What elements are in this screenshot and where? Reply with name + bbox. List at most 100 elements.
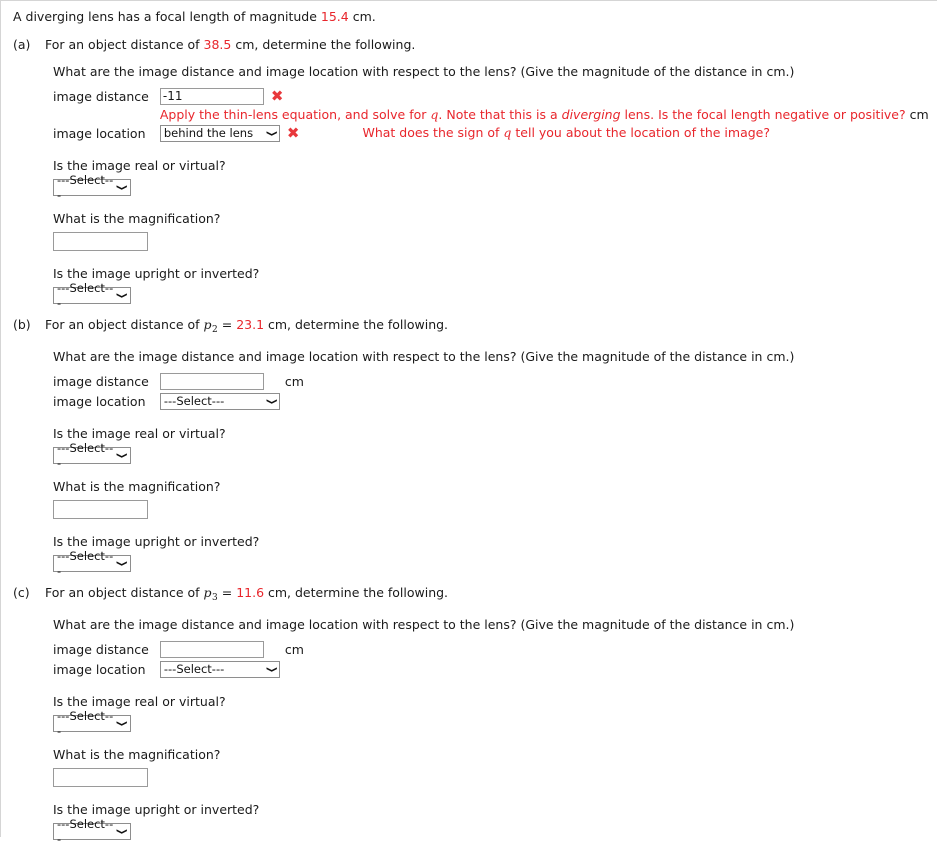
image-location-row: image location behind the lens ❯ ✖ What does…: [53, 123, 929, 143]
problem-statement-post: cm.: [348, 9, 376, 24]
magnification-block: What is the magnification?: [53, 211, 937, 251]
part-b-label: (b): [13, 317, 31, 332]
question-real-virtual: Is the image real or virtual?: [53, 426, 226, 441]
chevron-down-icon: ❯: [116, 720, 129, 727]
question-upright-inverted: Is the image upright or inverted?: [53, 534, 260, 549]
magnification-input[interactable]: [53, 500, 148, 519]
image-distance-label-cell: image distance: [53, 639, 160, 659]
image-distance-row: image distance ✖: [53, 86, 929, 106]
chevron-down-icon: ❯: [116, 560, 129, 567]
part-b-object-distance: 23.1: [236, 317, 265, 332]
real-virtual-block-control: ---Select--- ❯: [53, 441, 937, 470]
image-distance-label-cell: image distance: [53, 86, 160, 106]
upright-inverted-block: Is the image upright or inverted? ---Sele…: [53, 534, 937, 578]
image-distance-input-cell: [159, 371, 280, 391]
image-distance-feedback-row: Apply the thin-lens equation, and solve …: [53, 106, 929, 123]
part-b: (b) For an object distance of p2 = 23.1 c…: [1, 317, 937, 578]
focal-length-value: 15.4: [320, 9, 349, 24]
chevron-down-icon: ❯: [266, 129, 279, 137]
image-distance-row: image distance cm: [53, 371, 304, 391]
part-c-fields: image distance cm image location ---Select-…: [53, 639, 304, 679]
question-real-virtual: Is the image real or virtual?: [53, 694, 226, 709]
image-location-select[interactable]: ---Select--- ❯: [159, 392, 280, 410]
part-a-fields: image distance ✖Apply the thin-lens equat…: [53, 86, 929, 143]
select-value: ---Select---: [57, 816, 114, 846]
part-a-stem-pre: For an object distance of: [45, 37, 204, 52]
image-location-select[interactable]: ---Select--- ❯: [159, 660, 280, 678]
select-value: behind the lens: [163, 125, 254, 140]
part-c-object-distance: 11.6: [236, 585, 265, 600]
question-upright-inverted: Is the image upright or inverted?: [53, 266, 260, 281]
problem-statement-pre: A diverging lens has a focal length of m…: [13, 9, 321, 24]
select-value: ---Select---: [57, 172, 114, 202]
magnification-input[interactable]: [53, 232, 148, 251]
magnification-input[interactable]: [53, 768, 148, 787]
part-c-question-distance-location: What are the image distance and image lo…: [53, 617, 795, 632]
image-distance-unit-cell: [352, 86, 928, 106]
image-distance-input-cell: ✖: [159, 86, 353, 106]
feedback-text: Apply the thin-lens equation, and solve …: [159, 106, 431, 122]
problem-statement: A diverging lens has a focal length of m…: [13, 9, 937, 24]
upright-inverted-select[interactable]: ---Select--- ❯: [53, 549, 131, 578]
magnification-block-control: [53, 768, 937, 787]
part-c-body: What are the image distance and image lo…: [53, 617, 937, 846]
image-location-select[interactable]: behind the lens ❯: [159, 124, 280, 142]
image-location-feedback-cell: What does the sign of q tell you about t…: [352, 123, 928, 143]
real-virtual-select[interactable]: ---Select--- ❯: [53, 441, 131, 470]
part-b-fields: image distance cm image location ---Select-…: [53, 371, 304, 411]
chevron-down-icon: ❯: [116, 828, 129, 835]
image-distance-label: image distance: [53, 373, 149, 389]
select-value: ---Select---: [57, 440, 114, 470]
image-location-select-cell: behind the lens ❯ ✖: [159, 123, 353, 143]
real-virtual-select[interactable]: ---Select--- ❯: [53, 173, 131, 202]
question-real-virtual: Is the image real or virtual?: [53, 158, 226, 173]
image-distance-input[interactable]: [159, 372, 264, 390]
select-value: ---Select---: [163, 661, 225, 676]
part-c-variable: p3: [203, 585, 218, 603]
part-c-variable-subscript: 3: [212, 593, 218, 603]
image-location-label: image location: [53, 661, 146, 677]
image-location-label-cell: image location: [53, 391, 160, 411]
image-distance-row: image distance cm: [53, 639, 304, 659]
part-c-label: (c): [13, 585, 30, 600]
magnification-block-control: [53, 500, 937, 519]
image-distance-unit: cm: [284, 641, 304, 657]
image-location-select-cell: ---Select--- ❯: [159, 391, 280, 411]
image-location-label-cell: image location: [53, 659, 160, 679]
image-distance-input[interactable]: [159, 87, 264, 105]
part-a-body: What are the image distance and image lo…: [53, 64, 937, 310]
image-distance-feedback: Apply the thin-lens equation, and solve …: [160, 107, 929, 122]
image-location-feedback-cell: [280, 391, 304, 411]
image-location-row: image location ---Select--- ❯: [53, 659, 304, 679]
real-virtual-select[interactable]: ---Select--- ❯: [53, 709, 131, 738]
upright-inverted-select[interactable]: ---Select--- ❯: [53, 281, 131, 310]
upright-inverted-select[interactable]: ---Select--- ❯: [53, 817, 131, 846]
part-c: (c) For an object distance of p3 = 11.6 c…: [1, 585, 937, 846]
select-value: ---Select---: [57, 548, 114, 578]
image-distance-feedback-cell: Apply the thin-lens equation, and solve …: [160, 106, 929, 123]
image-distance-unit-cell: cm: [280, 639, 304, 659]
image-distance-unit-cell: cm: [280, 371, 304, 391]
part-b-question-distance-location: What are the image distance and image lo…: [53, 349, 795, 364]
image-distance-label: image distance: [53, 88, 149, 104]
image-location-label: image location: [53, 393, 146, 409]
magnification-block: What is the magnification?: [53, 747, 937, 787]
question-magnification: What is the magnification?: [53, 211, 221, 226]
image-location-select-cell: ---Select--- ❯: [159, 659, 280, 679]
image-distance-input[interactable]: [159, 640, 264, 658]
feedback-text: lens. Is the focal length negative or po…: [620, 106, 906, 122]
select-value: ---Select---: [57, 280, 114, 310]
chevron-down-icon: ❯: [116, 292, 129, 299]
image-location-feedback-cell: [280, 659, 304, 679]
feedback-unit: cm: [905, 106, 929, 122]
part-a-stem-post: cm, determine the following.: [231, 37, 416, 52]
question-magnification: What is the magnification?: [53, 479, 221, 494]
part-a-label: (a): [13, 37, 31, 52]
real-virtual-block: Is the image real or virtual? ---Select--…: [53, 694, 937, 738]
image-location-label-cell: image location: [53, 123, 160, 143]
part-c-stem-pre: For an object distance of: [45, 585, 204, 600]
part-b-body: What are the image distance and image lo…: [53, 349, 937, 578]
upright-inverted-block-control: ---Select--- ❯: [53, 281, 937, 310]
part-b-header: (b) For an object distance of p2 = 23.1 c…: [13, 317, 449, 335]
part-c-header: (c) For an object distance of p3 = 11.6 c…: [13, 585, 449, 603]
